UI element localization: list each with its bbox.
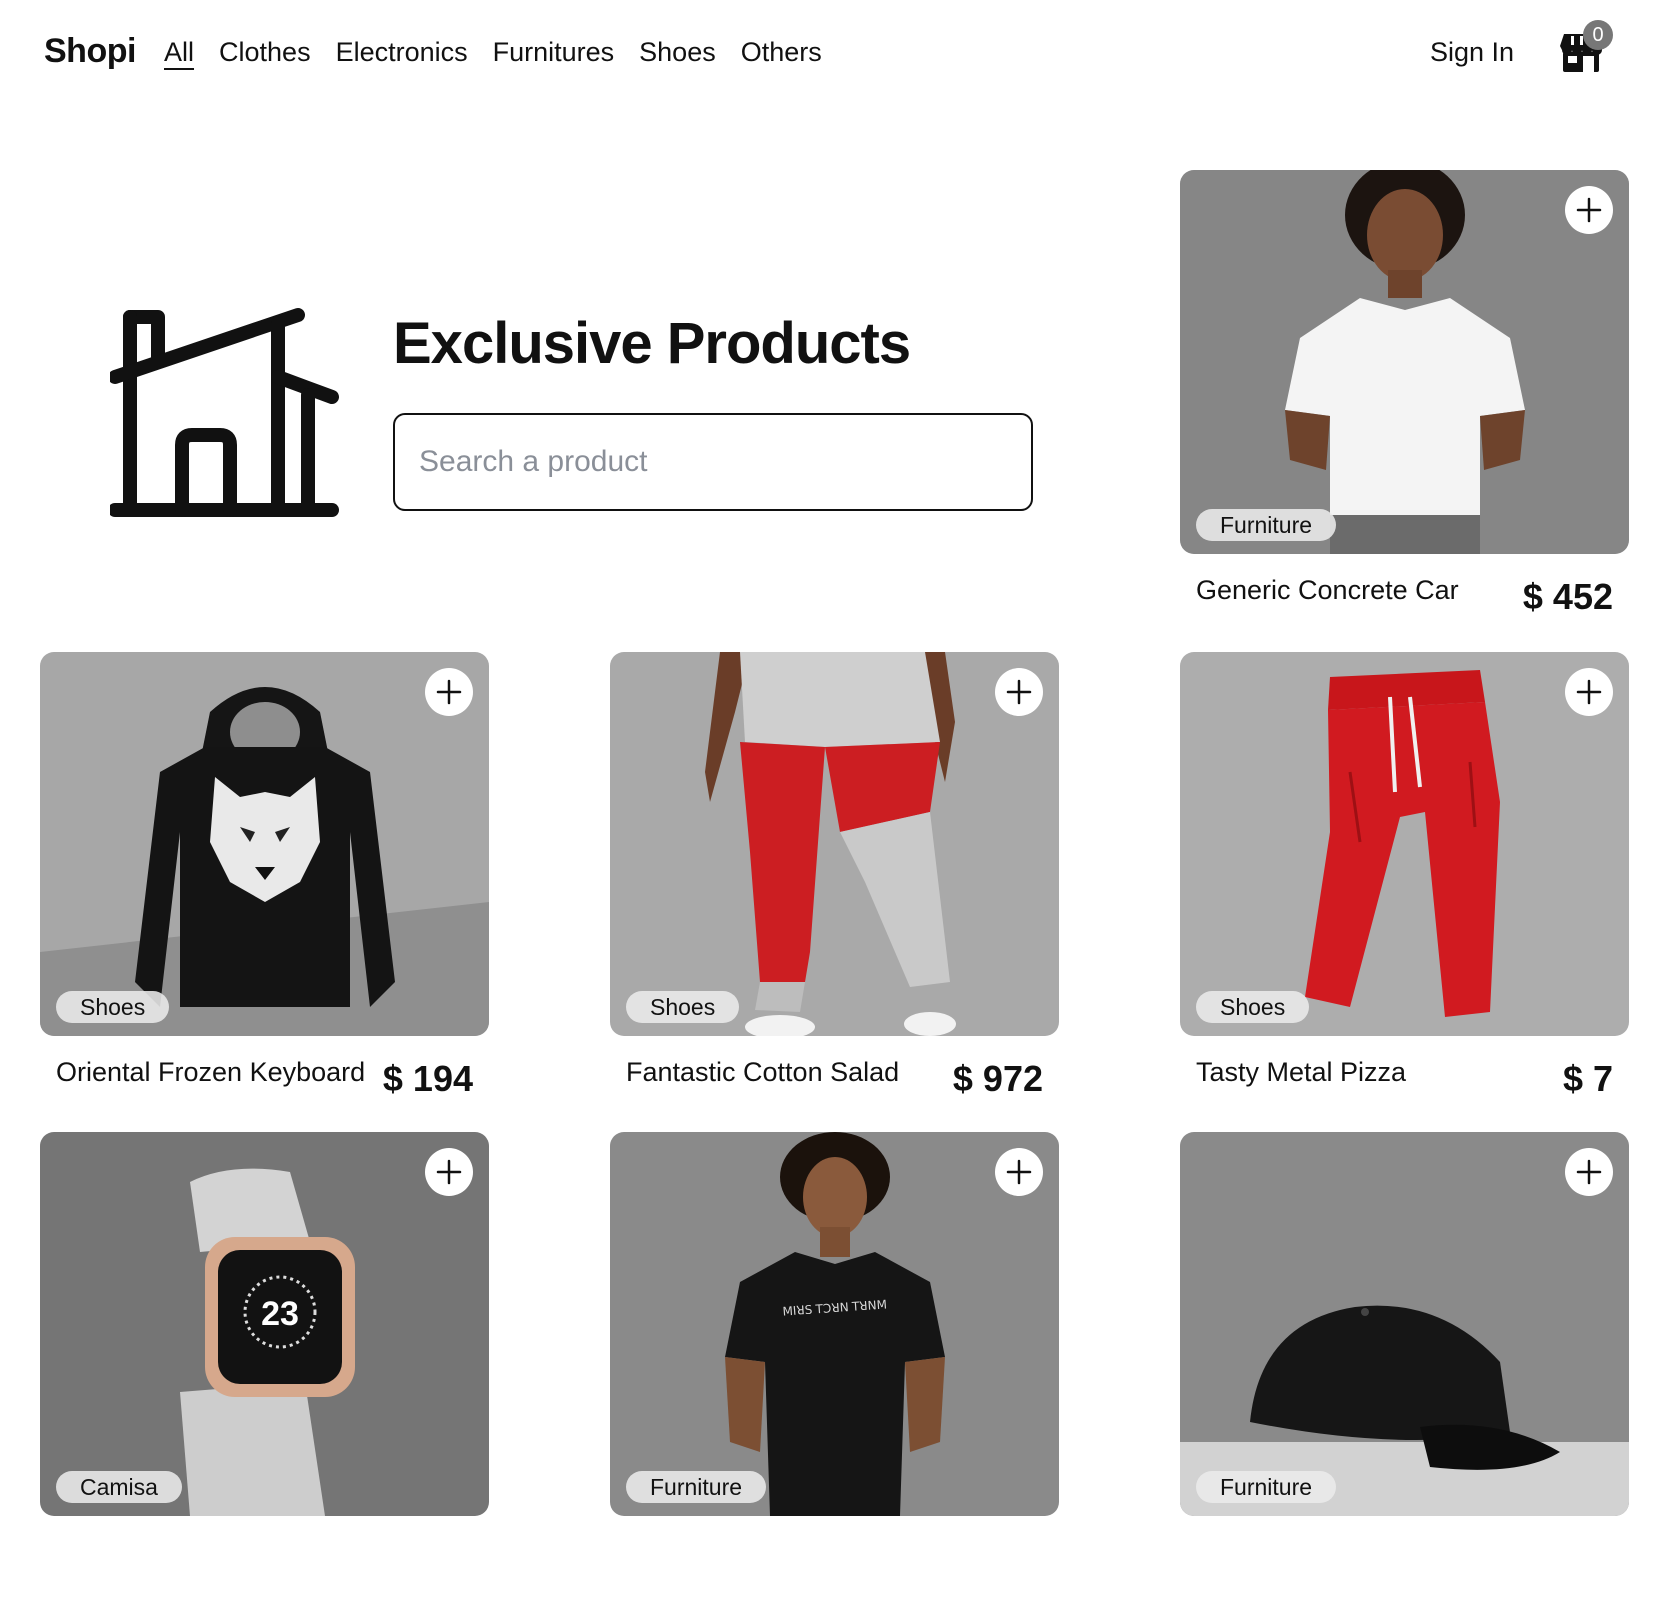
woman-black-tshirt-image: ꓟꓲꓤꓢ ꓔꓛꓤꓠ ꓔꓤꓠꓟ <box>610 1132 1059 1516</box>
product-image: Furniture <box>1180 170 1629 554</box>
nav-links: All Clothes Electronics Furnitures Shoes… <box>164 37 822 68</box>
category-badge: Shoes <box>56 991 170 1023</box>
add-to-cart-button[interactable] <box>1565 1148 1613 1196</box>
product-card[interactable]: ꓟꓲꓤꓢ ꓔꓛꓤꓠ ꓔꓤꓠꓟ Furniture <box>610 1132 1059 1602</box>
category-badge: Shoes <box>1196 991 1310 1023</box>
nav-link-furnitures[interactable]: Furnitures <box>493 37 615 68</box>
brand-logo[interactable]: Shopi <box>44 32 136 71</box>
product-name: Oriental Frozen Keyboard <box>56 1057 366 1087</box>
plus-icon <box>1006 1159 1032 1185</box>
product-name: Generic Concrete Car <box>1196 575 1459 605</box>
product-image: Furniture <box>1180 1132 1629 1516</box>
nav-link-electronics[interactable]: Electronics <box>336 37 468 68</box>
cart-count-badge: 0 <box>1583 20 1613 50</box>
plus-icon <box>1576 1159 1602 1185</box>
sign-in-link[interactable]: Sign In <box>1430 37 1514 68</box>
product-card[interactable]: Shoes Fantastic Cotton Salad $ 972 <box>610 652 1059 1122</box>
navbar: Shopi All Clothes Electronics Furnitures… <box>0 0 1654 110</box>
product-card[interactable]: Shoes Oriental Frozen Keyboard $ 194 <box>40 652 489 1122</box>
nav-link-all[interactable]: All <box>164 37 194 68</box>
black-cap-image <box>1180 1132 1629 1516</box>
product-image: ꓟꓲꓤꓢ ꓔꓛꓤꓠ ꓔꓤꓠꓟ Furniture <box>610 1132 1059 1516</box>
category-badge: Shoes <box>626 991 740 1023</box>
black-wolf-hoodie-image <box>40 652 489 1036</box>
add-to-cart-button[interactable] <box>995 1148 1043 1196</box>
plus-icon <box>1576 197 1602 223</box>
add-to-cart-button[interactable] <box>425 1148 473 1196</box>
category-badge: Furniture <box>1196 509 1337 541</box>
nav-link-others[interactable]: Others <box>741 37 822 68</box>
red-sweatpants-image <box>1180 652 1629 1036</box>
product-card[interactable]: Furniture <box>1180 1132 1629 1602</box>
plus-icon <box>1006 679 1032 705</box>
product-card[interactable]: Furniture Generic Concrete Car $ 452 <box>1180 170 1629 640</box>
product-card[interactable]: 23 Camisa <box>40 1132 489 1602</box>
smartwatch-image: 23 <box>40 1132 489 1516</box>
woman-white-tshirt-image <box>1180 170 1629 554</box>
page-title: Exclusive Products <box>393 311 911 376</box>
plus-icon <box>436 1159 462 1185</box>
nav-link-shoes[interactable]: Shoes <box>639 37 716 68</box>
product-price: $ 7 <box>1562 1058 1613 1099</box>
plus-icon <box>1576 679 1602 705</box>
svg-text:23: 23 <box>261 1295 299 1333</box>
product-name: Fantastic Cotton Salad <box>626 1057 900 1087</box>
add-to-cart-button[interactable] <box>995 668 1043 716</box>
category-badge: Furniture <box>1196 1471 1337 1503</box>
product-image: Shoes <box>610 652 1059 1036</box>
plus-icon <box>436 679 462 705</box>
product-image: 23 Camisa <box>40 1132 489 1516</box>
red-grey-joggers-image <box>610 652 1059 1036</box>
house-icon <box>110 308 339 517</box>
product-price: $ 452 <box>1522 576 1613 617</box>
product-name: Tasty Metal Pizza <box>1196 1057 1407 1087</box>
product-image: Shoes <box>1180 652 1629 1036</box>
add-to-cart-button[interactable] <box>1565 668 1613 716</box>
product-price: $ 194 <box>382 1058 473 1099</box>
product-card[interactable]: Shoes Tasty Metal Pizza $ 7 <box>1180 652 1629 1122</box>
category-badge: Camisa <box>56 1471 182 1503</box>
search-input[interactable] <box>393 413 1033 511</box>
add-to-cart-button[interactable] <box>425 668 473 716</box>
product-price: $ 972 <box>952 1058 1043 1099</box>
nav-link-clothes[interactable]: Clothes <box>219 37 311 68</box>
product-image: Shoes <box>40 652 489 1036</box>
category-badge: Furniture <box>626 1471 767 1503</box>
add-to-cart-button[interactable] <box>1565 186 1613 234</box>
